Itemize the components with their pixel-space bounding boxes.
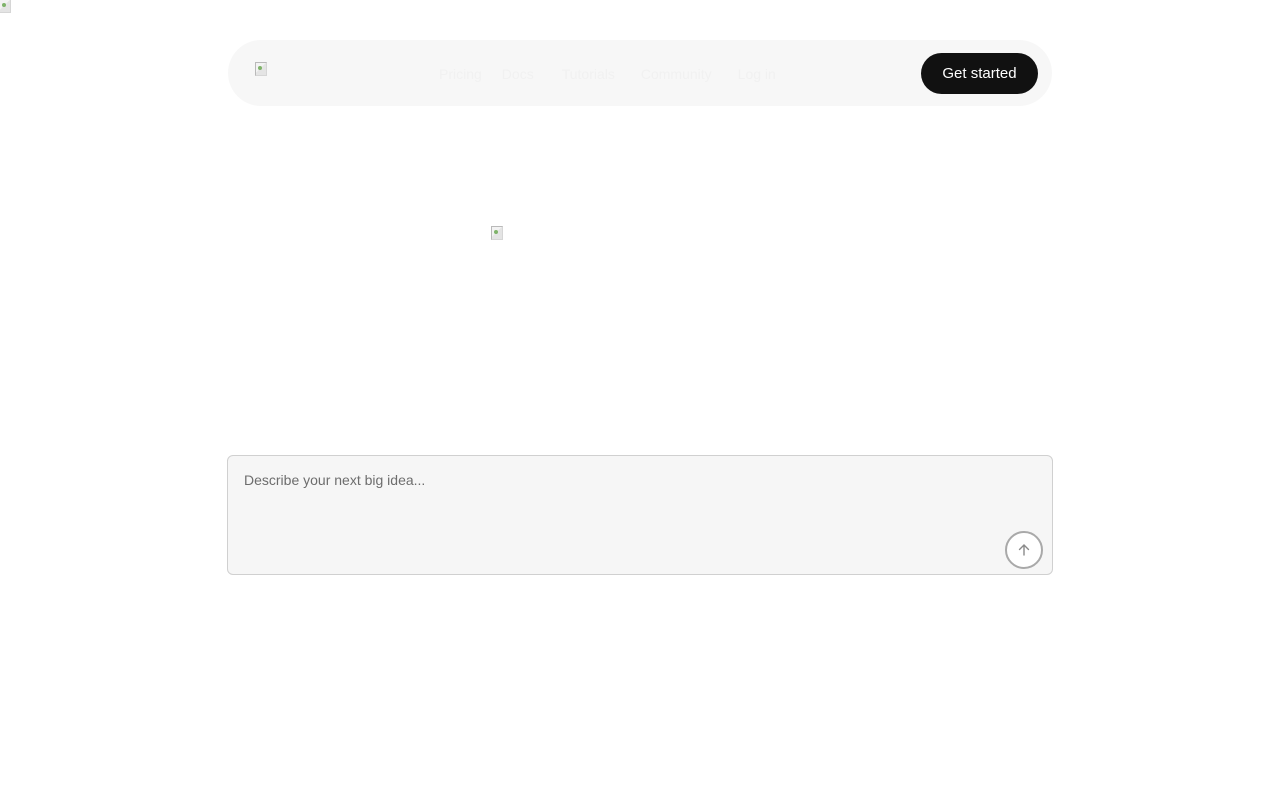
idea-input[interactable] (244, 472, 984, 552)
get-started-button[interactable]: Get started (921, 53, 1038, 94)
broken-image-icon (0, 0, 11, 13)
nav-link-docs[interactable]: Docs (502, 65, 534, 83)
prompt-box (227, 455, 1053, 575)
logo[interactable] (255, 62, 267, 76)
submit-button[interactable] (1005, 531, 1043, 569)
arrow-up-icon (1018, 544, 1030, 556)
hero-image (491, 226, 503, 240)
nav-link-login[interactable]: Log in (738, 65, 776, 83)
nav-link-tutorials[interactable]: Tutorials (562, 65, 615, 83)
nav-links: Pricing Docs Tutorials Community Log in (439, 65, 776, 83)
nav-link-community[interactable]: Community (641, 65, 712, 83)
top-navbar: Pricing Docs Tutorials Community Log in … (228, 40, 1052, 106)
nav-link-pricing[interactable]: Pricing (439, 65, 482, 83)
